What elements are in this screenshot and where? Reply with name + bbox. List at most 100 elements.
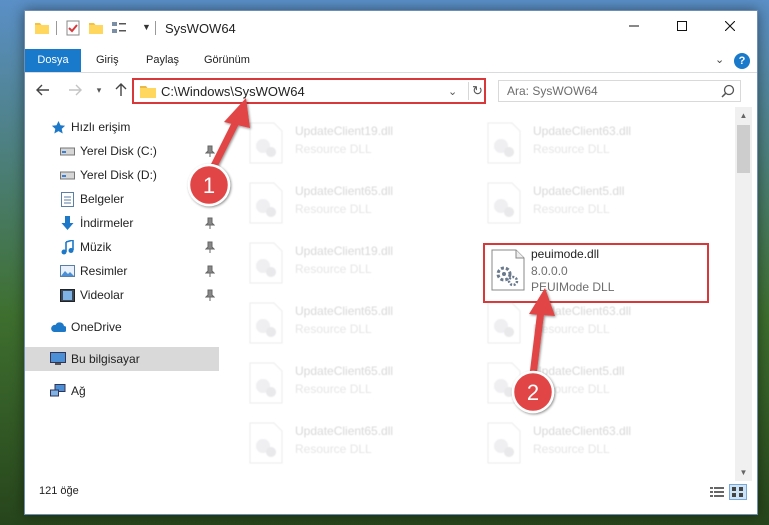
close-icon xyxy=(725,21,735,31)
back-arrow-icon xyxy=(36,84,49,96)
pin-icon[interactable] xyxy=(205,145,215,157)
network-icon xyxy=(50,383,66,399)
navigation-bar: ▾ C:\Windows\SysWOW64 ⌄ ↻ xyxy=(25,75,757,105)
tiles-view-icon xyxy=(732,487,743,497)
recent-locations-button[interactable]: ▾ xyxy=(89,79,109,101)
file-type: Resource DLL xyxy=(533,202,610,216)
new-folder-icon[interactable] xyxy=(88,20,104,36)
sidebar-item-label: Hızlı erişim xyxy=(71,120,131,134)
sidebar-item-local-disk-c[interactable]: Yerel Disk (C:) xyxy=(25,139,219,163)
sidebar-item-this-pc[interactable]: Bu bilgisayar xyxy=(25,347,219,371)
sidebar-item-music[interactable]: Müzik xyxy=(25,235,219,259)
file-item[interactable]: UpdateClient65.dll Resource DLL xyxy=(221,357,445,417)
pin-icon[interactable] xyxy=(205,169,215,181)
documents-icon xyxy=(59,191,75,207)
quick-access-dropdown[interactable]: ▼ xyxy=(142,22,151,32)
file-item[interactable]: UpdateClient63.dll Resource DLL xyxy=(459,117,683,177)
file-item[interactable]: UpdateClient5.dll Resource DLL xyxy=(459,177,683,237)
address-bar[interactable]: C:\Windows\SysWOW64 ⌄ ↻ xyxy=(132,78,486,104)
file-type: Resource DLL xyxy=(295,202,372,216)
file-explorer-window: ▼ SysWOW64 Dosya Giriş Paylaş Görünüm ⌄ … xyxy=(24,10,758,515)
file-item[interactable]: UpdateClient63.dll Resource DLL xyxy=(459,297,683,357)
properties-check-icon[interactable] xyxy=(65,20,81,36)
vertical-scrollbar[interactable]: ▲ ▼ xyxy=(735,107,752,481)
pin-icon[interactable] xyxy=(205,289,215,301)
file-item[interactable]: UpdateClient19.dll Resource DLL xyxy=(221,237,445,297)
close-button[interactable] xyxy=(707,11,753,41)
sidebar-item-videos[interactable]: Videolar xyxy=(25,283,219,307)
pin-icon[interactable] xyxy=(205,217,215,229)
file-name: UpdateClient63.dll xyxy=(533,304,632,318)
videos-icon xyxy=(59,287,75,303)
file-name: UpdateClient65.dll xyxy=(295,184,394,198)
expand-ribbon-icon[interactable]: ⌄ xyxy=(715,53,724,66)
sidebar-item-quick-access[interactable]: Hızlı erişim xyxy=(25,115,219,139)
minimize-button[interactable] xyxy=(611,11,657,41)
tab-file[interactable]: Dosya xyxy=(25,49,81,72)
file-item[interactable]: UpdateClient63.dll Resource DLL xyxy=(459,417,683,477)
dll-file-icon xyxy=(249,122,283,164)
file-item-peuimode[interactable]: peuimode.dll 8.0.0.0 PEUIMode DLL xyxy=(483,243,709,303)
file-type: Resource DLL xyxy=(295,442,372,456)
folder-icon[interactable] xyxy=(34,20,50,36)
customize-list-icon[interactable] xyxy=(111,20,127,36)
sidebar-item-onedrive[interactable]: OneDrive xyxy=(25,315,219,339)
sidebar-item-documents[interactable]: Belgeler xyxy=(25,187,219,211)
forward-button[interactable] xyxy=(65,79,85,101)
pin-icon[interactable] xyxy=(205,193,215,205)
sidebar-item-local-disk-d[interactable]: Yerel Disk (D:) xyxy=(25,163,219,187)
forward-arrow-icon xyxy=(69,84,82,96)
up-button[interactable] xyxy=(111,79,131,101)
refresh-icon[interactable]: ↻ xyxy=(468,82,486,100)
file-item[interactable]: UpdateClient5.dll Resource DLL xyxy=(459,357,683,417)
file-type: Resource DLL xyxy=(533,442,610,456)
maximize-icon xyxy=(677,21,687,31)
file-type: Resource DLL xyxy=(295,142,372,156)
scroll-up-icon[interactable]: ▲ xyxy=(735,107,752,124)
file-name: UpdateClient5.dll xyxy=(533,184,625,198)
address-dropdown-icon[interactable]: ⌄ xyxy=(448,85,457,98)
file-type: Resource DLL xyxy=(533,322,610,336)
file-item[interactable]: UpdateClient19.dll Resource DLL xyxy=(221,117,445,177)
file-item[interactable]: UpdateClient65.dll Resource DLL xyxy=(221,177,445,237)
item-count: 121 öğe xyxy=(39,485,79,497)
title-divider xyxy=(155,21,156,35)
tiles-view-button[interactable] xyxy=(729,484,747,500)
sidebar-item-network[interactable]: Ağ xyxy=(25,379,219,403)
pin-icon[interactable] xyxy=(205,265,215,277)
file-type: Resource DLL xyxy=(533,382,610,396)
address-path[interactable]: C:\Windows\SysWOW64 xyxy=(161,84,305,99)
maximize-button[interactable] xyxy=(659,11,705,41)
file-type: Resource DLL xyxy=(533,142,610,156)
drive-icon xyxy=(59,167,75,183)
file-item[interactable]: UpdateClient65.dll Resource DLL xyxy=(221,297,445,357)
sidebar-item-label: Videolar xyxy=(80,288,124,302)
file-item[interactable]: UpdateClient65.dll Resource DLL xyxy=(221,417,445,477)
dll-file-icon xyxy=(491,249,525,291)
search-box[interactable] xyxy=(498,80,741,102)
tab-view[interactable]: Görünüm xyxy=(204,49,250,72)
back-button[interactable] xyxy=(33,79,53,101)
tab-share[interactable]: Paylaş xyxy=(146,49,179,72)
tab-home[interactable]: Giriş xyxy=(96,49,119,72)
file-name: UpdateClient63.dll xyxy=(533,424,632,438)
sidebar-item-label: Resimler xyxy=(80,264,128,278)
details-view-icon[interactable] xyxy=(709,484,725,500)
dll-file-icon xyxy=(249,182,283,224)
file-version: 8.0.0.0 xyxy=(531,264,568,278)
search-icon[interactable] xyxy=(721,84,735,98)
search-input[interactable] xyxy=(499,81,709,101)
sidebar-item-pictures[interactable]: Resimler xyxy=(25,259,219,283)
up-arrow-icon xyxy=(115,83,127,96)
scroll-down-icon[interactable]: ▼ xyxy=(735,464,752,481)
sidebar-item-label: OneDrive xyxy=(71,320,122,334)
window-title: SysWOW64 xyxy=(165,21,236,36)
ribbon-tabs: Dosya Giriş Paylaş Görünüm ⌄ ? xyxy=(25,49,757,73)
dll-file-icon xyxy=(249,302,283,344)
file-name: peuimode.dll xyxy=(531,247,600,261)
file-name: UpdateClient19.dll xyxy=(295,244,394,258)
scrollbar-thumb[interactable] xyxy=(737,125,750,173)
sidebar-item-downloads[interactable]: İndirmeler xyxy=(25,211,219,235)
help-icon[interactable]: ? xyxy=(734,53,750,69)
pin-icon[interactable] xyxy=(205,241,215,253)
